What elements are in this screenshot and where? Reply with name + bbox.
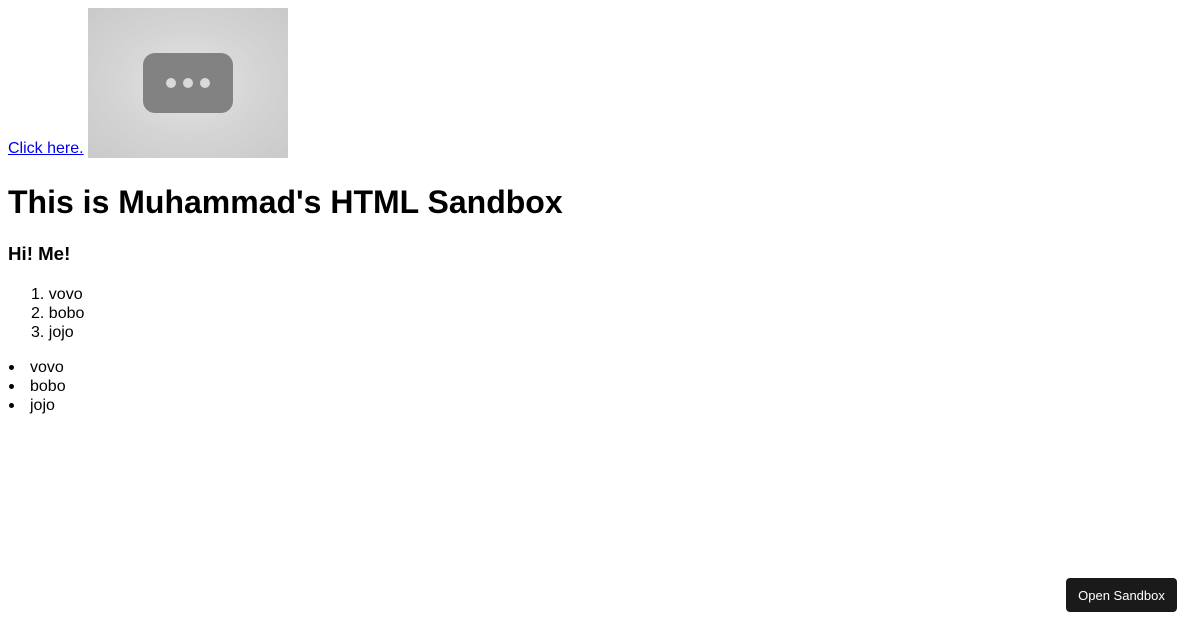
more-dots-icon [142,53,233,113]
unordered-list: vovo bobo jojo [8,358,66,415]
link-row: Click here. [8,8,288,158]
dot [199,78,210,88]
embedded-image-thumbnail[interactable] [87,8,288,158]
unordered-list-item: vovo [8,358,66,377]
page-title: This is Muhammad's HTML Sandbox [8,184,563,220]
bullet-icon [9,403,14,408]
page-content: Click here. This is Muhammad's HTML Sand… [8,8,563,414]
bullet-icon [9,384,14,389]
ordered-list-item: 2. bobo [31,305,85,322]
open-sandbox-button[interactable]: Open Sandbox [1066,578,1177,612]
bullet-icon [9,365,14,370]
ordered-list-item: 3. jojo [31,324,74,341]
unordered-list-item: jojo [8,396,66,415]
sub-heading: Hi! Me! [8,243,71,264]
ordered-list: 1. vovo 2. bobo 3. jojo [8,285,84,342]
ordered-list-item: 1. vovo [31,286,83,303]
dot [165,78,176,88]
dot [182,78,193,88]
click-here-link[interactable]: Click here. [8,140,84,158]
unordered-list-item: bobo [8,377,66,396]
